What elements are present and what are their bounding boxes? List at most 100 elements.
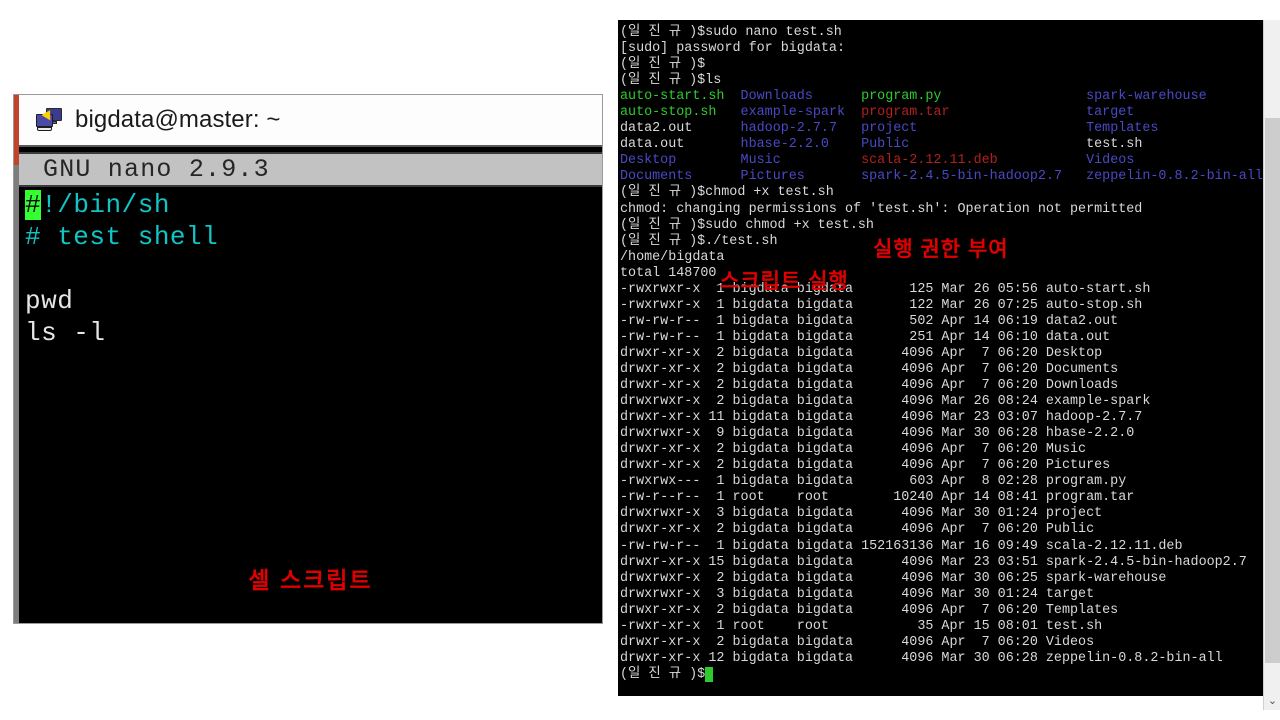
nano-line-text: # test shell (25, 222, 219, 252)
terminal-text: Desktop (620, 153, 677, 169)
terminal-text: spark-2.4.5-bin-hadoop2.7 (861, 169, 1062, 185)
terminal-line: drwxrwxr-x 9 bigdata bigdata 4096 Mar 30… (620, 426, 1263, 442)
terminal-line: drwxr-xr-x 2 bigdata bigdata 4096 Apr 7 … (620, 635, 1263, 651)
terminal-line: Desktop Music scala-2.12.11.deb Videos (620, 153, 1263, 169)
screenshot-root: bigdata@master: ~ GNU nano 2.9.3 #!/bin/… (0, 0, 1280, 720)
nano-line (19, 253, 602, 285)
terminal-cursor (705, 666, 714, 682)
window-left-accent-bar (14, 95, 19, 165)
terminal-text: Pictures (740, 169, 805, 185)
terminal-line: (일 진 규 )$sudo nano test.sh (620, 25, 1263, 41)
terminal-text: drwxr-xr-x 2 bigdata bigdata 4096 Apr 7 … (620, 634, 1095, 650)
nano-version-label: GNU nano 2.9.3 (43, 155, 270, 184)
nano-line-text: ls -l (25, 318, 106, 348)
terminal-text: target (1086, 105, 1135, 121)
terminal-text: drwxrwxr-x 2 bigdata bigdata 4096 Mar 30… (620, 570, 1167, 586)
nano-editor-window[interactable]: bigdata@master: ~ GNU nano 2.9.3 #!/bin/… (14, 95, 602, 623)
nano-text-area[interactable]: #!/bin/sh # test shell pwd ls -l 셀 스크립트 (19, 189, 602, 623)
chevron-down-icon[interactable]: ⌄ (1264, 690, 1280, 710)
page-scrollbar[interactable]: ⌄ (1263, 20, 1280, 710)
nano-window-titlebar[interactable]: bigdata@master: ~ (19, 95, 602, 147)
terminal-line: -rwxrwxr-x 1 bigdata bigdata 122 Mar 26 … (620, 298, 1263, 314)
terminal-line: data.out hbase-2.2.0 Public test.sh (620, 137, 1263, 153)
terminal-text: program.tar (861, 105, 950, 121)
terminal-line: drwxr-xr-x 2 bigdata bigdata 4096 Apr 7 … (620, 458, 1263, 474)
terminal-text: drwxr-xr-x 15 bigdata bigdata 4096 Mar 2… (620, 554, 1247, 570)
terminal-text: (일 진 규 )$ (620, 57, 706, 73)
nano-line: # test shell (19, 221, 602, 253)
terminal-text: Videos (1086, 153, 1135, 169)
terminal-text: (일 진 규 )$./test.sh (620, 233, 778, 249)
nano-statusbar: GNU nano 2.9.3 (19, 152, 602, 187)
nano-line-text: pwd (25, 286, 74, 316)
terminal-text: Downloads (740, 89, 813, 105)
terminal-text: (일 진 규 )$ls (620, 73, 722, 89)
terminal-text: (일 진 규 )$sudo chmod +x test.sh (620, 217, 874, 233)
terminal-text: auto-stop.sh (620, 105, 717, 121)
terminal-text: -rw-r--r-- 1 root root 10240 Apr 14 08:4… (620, 490, 1135, 506)
scrollbar-thumb[interactable] (1265, 118, 1280, 663)
terminal-line: total 148700 (620, 266, 1263, 282)
terminal-text: example-spark (740, 105, 846, 121)
nano-line-list: #!/bin/sh # test shell pwd ls -l (19, 189, 602, 349)
nano-line-text (25, 254, 41, 284)
nano-text-cursor: # (25, 190, 42, 220)
terminal-text: [sudo] password for bigdata: (620, 41, 845, 57)
terminal-text: Documents (620, 169, 693, 185)
terminal-text: drwxr-xr-x 12 bigdata bigdata 4096 Mar 3… (620, 650, 1223, 666)
terminal-text: -rw-rw-r-- 1 bigdata bigdata 502 Apr 14 … (620, 313, 1119, 329)
terminal-text: drwxr-xr-x 2 bigdata bigdata 4096 Apr 7 … (620, 602, 1119, 618)
terminal-text: Templates (1086, 121, 1159, 137)
terminal-line: (일 진 규 )$ (620, 57, 1263, 73)
terminal-line: (일 진 규 )$chmod +x test.sh (620, 185, 1263, 201)
terminal-output[interactable]: (일 진 규 )$sudo nano test.sh [sudo] passwor… (620, 25, 1263, 696)
terminal-text: data2.out (620, 121, 693, 137)
terminal-line: auto-start.sh Downloads program.py spark… (620, 89, 1263, 105)
terminal-text: drwxrwxr-x 9 bigdata bigdata 4096 Mar 30… (620, 426, 1135, 442)
terminal-text: -rwxrwx--- 1 bigdata bigdata 603 Apr 8 0… (620, 474, 1127, 490)
terminal-line-list: (일 진 규 )$sudo nano test.sh [sudo] passwor… (620, 25, 1263, 683)
terminal-text: drwxrwxr-x 3 bigdata bigdata 4096 Mar 30… (620, 586, 1095, 602)
terminal-line: (일 진 규 )$sudo chmod +x test.sh (620, 218, 1263, 234)
terminal-line: drwxr-xr-x 2 bigdata bigdata 4096 Apr 7 … (620, 346, 1263, 362)
terminal-line: -rwxrwx--- 1 bigdata bigdata 603 Apr 8 0… (620, 474, 1263, 490)
terminal-window[interactable]: (일 진 규 )$sudo nano test.sh [sudo] passwor… (618, 20, 1263, 696)
terminal-line: drwxr-xr-x 2 bigdata bigdata 4096 Apr 7 … (620, 442, 1263, 458)
annotation-shell-script: 셀 스크립트 (248, 567, 373, 593)
terminal-line: drwxr-xr-x 15 bigdata bigdata 4096 Mar 2… (620, 555, 1263, 571)
terminal-text: program.py (861, 89, 942, 105)
terminal-text: total 148700 (620, 265, 717, 281)
terminal-line: drwxrwxr-x 2 bigdata bigdata 4096 Mar 26… (620, 394, 1263, 410)
terminal-text: -rwxrwxr-x 1 bigdata bigdata 125 Mar 26 … (620, 281, 1151, 297)
terminal-line: auto-stop.sh example-spark program.tar t… (620, 105, 1263, 121)
terminal-text: -rw-rw-r-- 1 bigdata bigdata 251 Apr 14 … (620, 329, 1111, 345)
terminal-line: drwxr-xr-x 2 bigdata bigdata 4096 Apr 7 … (620, 362, 1263, 378)
terminal-text: (일 진 규 )$sudo nano test.sh (620, 25, 842, 40)
terminal-text: (일 진 규 )$ (620, 666, 706, 682)
terminal-text: chmod: changing permissions of 'test.sh'… (620, 201, 1143, 217)
terminal-line: (일 진 규 )$ls (620, 73, 1263, 89)
nano-line: #!/bin/sh (19, 189, 602, 221)
terminal-text: hbase-2.2.0 (740, 137, 829, 153)
terminal-text: -rw-rw-r-- 1 bigdata bigdata 152163136 M… (620, 538, 1183, 554)
window-title: bigdata@master: ~ (75, 106, 281, 133)
terminal-line: data2.out hadoop-2.7.7 project Templates (620, 121, 1263, 137)
window-left-border (14, 165, 19, 623)
terminal-text: spark-warehouse (1086, 89, 1207, 105)
terminal-line: -rw-r--r-- 1 root root 10240 Apr 14 08:4… (620, 490, 1263, 506)
terminal-text: drwxr-xr-x 11 bigdata bigdata 4096 Mar 2… (620, 410, 1143, 426)
